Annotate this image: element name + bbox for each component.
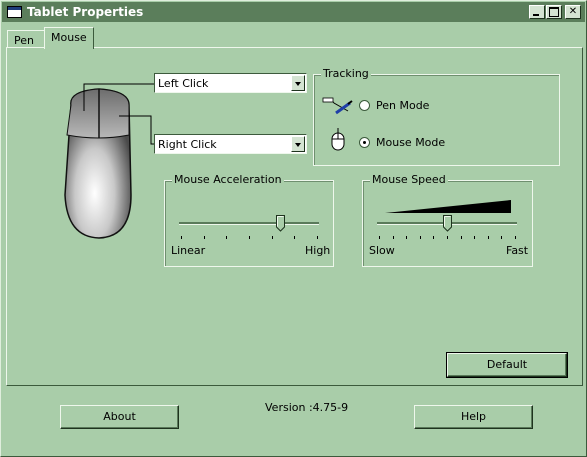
- mouse-mode-radio[interactable]: [359, 137, 370, 148]
- slider-tick: [181, 236, 182, 239]
- chevron-down-icon[interactable]: [291, 75, 305, 91]
- acceleration-max-label: High: [305, 244, 331, 257]
- slider-tick: [249, 236, 250, 239]
- help-button[interactable]: Help: [414, 405, 533, 429]
- acceleration-slider-thumb[interactable]: [275, 215, 285, 232]
- tracking-legend: Tracking: [321, 67, 371, 80]
- speed-slider-thumb[interactable]: [443, 215, 452, 232]
- tracking-group: Tracking Pen Mode Mouse Mode: [313, 67, 560, 166]
- pen-mode-label[interactable]: Pen Mode: [376, 99, 429, 112]
- slider-tick: [433, 236, 435, 239]
- default-button[interactable]: Default: [446, 352, 568, 378]
- slider-tick: [419, 236, 421, 239]
- acceleration-slider-track[interactable]: [179, 222, 319, 225]
- speed-ramp-icon: [385, 200, 511, 213]
- left-button-value: Left Click: [158, 77, 209, 90]
- window-icon: [7, 6, 22, 18]
- version-text: Version :4.75-9: [265, 401, 349, 414]
- slider-tick: [392, 236, 394, 239]
- right-button-dropdown[interactable]: Right Click: [154, 134, 307, 154]
- slider-tick: [203, 236, 205, 239]
- speed-max-label: Fast: [506, 244, 529, 257]
- about-button[interactable]: About: [60, 405, 179, 429]
- slider-tick: [487, 236, 489, 239]
- right-button-value: Right Click: [158, 138, 217, 151]
- slider-tick: [317, 236, 318, 239]
- maximize-button[interactable]: [546, 5, 562, 19]
- slider-tick: [501, 236, 503, 239]
- tab-pen[interactable]: Pen: [7, 30, 45, 48]
- pen-icon: [322, 97, 353, 115]
- acceleration-min-label: Linear: [171, 244, 206, 257]
- mouse-acceleration-group: Mouse Acceleration Linear High: [164, 173, 334, 267]
- window-title: Tablet Properties: [27, 5, 144, 19]
- slider-tick: [406, 236, 408, 239]
- pen-mode-radio[interactable]: [359, 100, 370, 111]
- mouse-speed-group: Mouse Speed Slow Fast: [362, 173, 533, 267]
- left-button-dropdown[interactable]: Left Click: [154, 73, 307, 93]
- slider-tick: [294, 236, 296, 239]
- close-button[interactable]: ✕: [565, 5, 581, 19]
- chevron-down-icon[interactable]: [291, 136, 305, 152]
- tablet-properties-window: Tablet Properties ✕ Pen Mouse Left Click…: [0, 0, 587, 457]
- mouse-mode-label[interactable]: Mouse Mode: [376, 136, 445, 149]
- minimize-button[interactable]: [529, 5, 545, 19]
- slider-tick: [515, 236, 516, 239]
- slider-tick: [460, 236, 462, 239]
- mouse-acceleration-legend: Mouse Acceleration: [172, 173, 284, 186]
- slider-tick: [226, 236, 228, 239]
- tab-mouse[interactable]: Mouse: [44, 27, 94, 49]
- slider-tick: [474, 236, 476, 239]
- mouse-speed-legend: Mouse Speed: [370, 173, 448, 186]
- mouse-icon: [331, 128, 345, 151]
- speed-min-label: Slow: [369, 244, 395, 257]
- slider-tick: [271, 236, 273, 239]
- title-bar[interactable]: Tablet Properties ✕: [2, 2, 585, 22]
- slider-tick: [447, 236, 448, 239]
- slider-tick: [379, 236, 380, 239]
